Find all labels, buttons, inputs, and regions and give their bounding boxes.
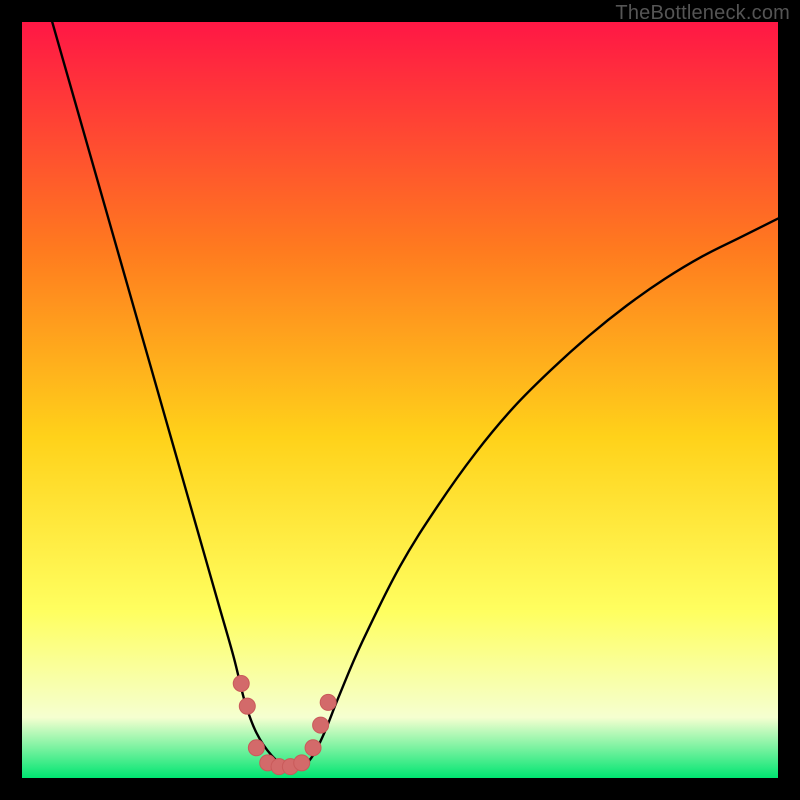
chart-frame: TheBottleneck.com [0, 0, 800, 800]
chart-svg [22, 22, 778, 778]
curve-marker [248, 740, 264, 756]
curve-marker [313, 717, 329, 733]
gradient-background [22, 22, 778, 778]
curve-marker [239, 698, 255, 714]
curve-marker [320, 694, 336, 710]
curve-marker [233, 676, 249, 692]
curve-marker [294, 755, 310, 771]
plot-area [22, 22, 778, 778]
curve-marker [305, 740, 321, 756]
